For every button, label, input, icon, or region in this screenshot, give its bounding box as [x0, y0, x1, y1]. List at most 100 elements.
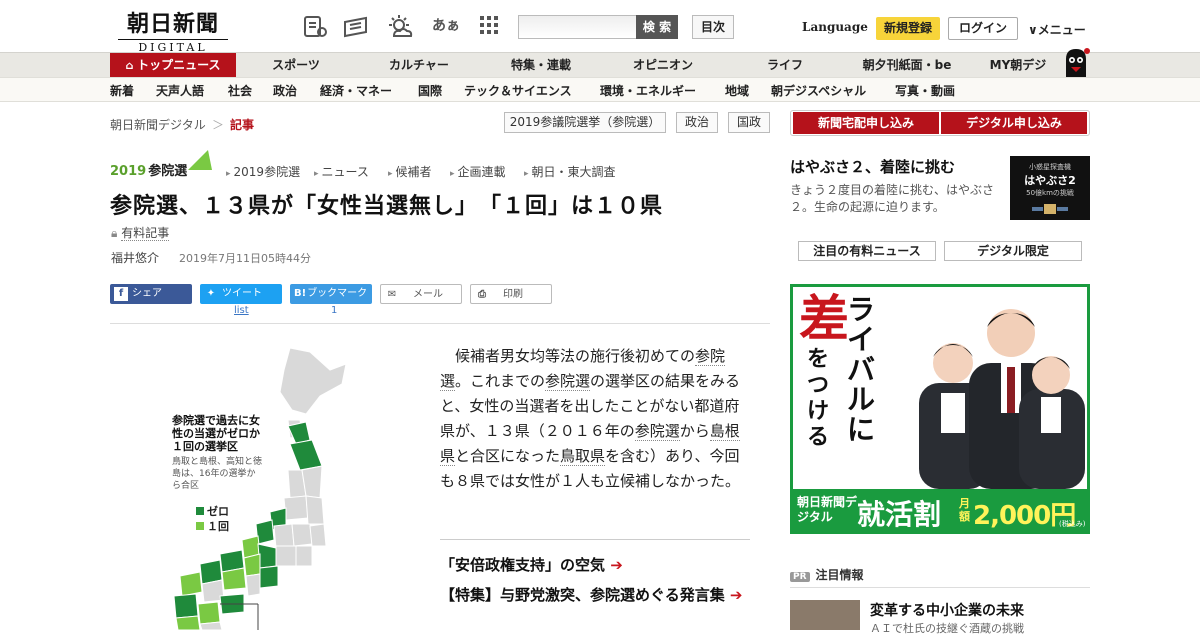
election-logo-mark: [188, 150, 212, 170]
hatena-bookmark-button[interactable]: B!ブックマーク: [290, 284, 372, 304]
map-legend-note: 鳥取と島根、高知と徳島は、16年の選挙から合区: [172, 457, 263, 491]
keyword-link[interactable]: 参院選: [545, 372, 591, 391]
hayabusa-img-sub: 50億kmの挑戦: [1026, 189, 1074, 197]
search-button[interactable]: 検 索: [636, 15, 678, 39]
subnav-2019[interactable]: 2019参院選: [226, 163, 301, 180]
site-header: 朝日新聞 DIGITAL あぁ 検 索 目次 Language 新規登録 ログイ…: [0, 0, 1200, 54]
twitter-icon: ✦: [206, 288, 216, 299]
legend-zero-label: ゼロ: [207, 505, 229, 518]
keyword-link[interactable]: 参院選: [634, 422, 680, 441]
nav2-region[interactable]: 地域: [725, 82, 749, 99]
japan-map-figure[interactable]: 参院選で過去に女性の当選がゼロか１回の選挙区 鳥取と島根、高知と徳島は、16年の…: [160, 340, 420, 631]
menu-button[interactable]: ∨メニュー: [1028, 21, 1086, 38]
pr-title[interactable]: 変革する中小企業の未来: [870, 600, 1024, 620]
ad-banner[interactable]: 差 をつける ライバルに 朝日新聞デジタル 就活割 月額 2,000円 (税込み…: [790, 284, 1090, 534]
nav2-photo[interactable]: 写真・動画: [895, 82, 955, 99]
hayabusa-img-small: 小惑星探査機: [1029, 163, 1071, 171]
nav2-tech[interactable]: テック＆サイエンス: [464, 82, 572, 99]
nav-paper[interactable]: 朝夕刊紙面・be: [852, 53, 962, 77]
election-logo-year: 2019: [110, 164, 147, 179]
facebook-share-button[interactable]: f シェア: [110, 284, 192, 304]
tab-paid-news[interactable]: 注目の有料ニュース: [798, 241, 936, 261]
search-input[interactable]: [518, 15, 638, 39]
tab-digital-only[interactable]: デジタル限定: [944, 241, 1082, 261]
hayabusa-img-title: はやぶさ2: [1024, 174, 1076, 187]
legend-swatch-zero: [196, 507, 204, 515]
nav-my-asadigi[interactable]: MY朝デジ: [978, 53, 1058, 77]
nav2-environment[interactable]: 環境・エネルギー: [600, 82, 696, 99]
nav-opinion[interactable]: オピニオン: [616, 53, 710, 77]
grid-icon[interactable]: [478, 14, 504, 40]
site-logo[interactable]: 朝日新聞 DIGITAL: [118, 6, 228, 54]
paid-label-text: 有料記事: [121, 226, 170, 241]
login-button[interactable]: ログイン: [948, 17, 1018, 40]
keyword-link[interactable]: 鳥取県: [560, 447, 606, 466]
nav2-economy[interactable]: 経済・マネー: [320, 82, 392, 99]
nav2-society[interactable]: 社会: [228, 82, 252, 99]
print-label: 印刷: [503, 289, 523, 300]
ad-brand: 朝日新聞デジタル: [797, 495, 858, 524]
subnav-candidates[interactable]: 候補者: [388, 163, 432, 180]
paid-article-label[interactable]: 🔒︎ 有料記事: [111, 224, 170, 241]
nav2-tenseijingo[interactable]: 天声人語: [156, 82, 204, 99]
subnav-series[interactable]: 企画連載: [450, 163, 506, 180]
print-button[interactable]: ⎙ 印刷: [470, 284, 552, 304]
tag-politics[interactable]: 政治: [676, 112, 718, 133]
hayabusa-image[interactable]: 小惑星探査機 はやぶさ2 50億kmの挑戦: [1010, 156, 1090, 220]
election-logo[interactable]: 2019 参院選: [110, 150, 214, 180]
tag-national[interactable]: 国政: [728, 112, 770, 133]
nav2-politics[interactable]: 政治: [273, 82, 297, 99]
body-text: から: [679, 422, 710, 440]
reader-icon[interactable]: [302, 14, 328, 40]
pr-thumbnail[interactable]: [790, 600, 860, 630]
print-icon: ⎙: [478, 289, 486, 300]
nav-features[interactable]: 特集・連載: [494, 53, 588, 77]
nav-life[interactable]: ライフ: [738, 53, 832, 77]
subnav-survey[interactable]: 朝日・東大調査: [524, 163, 616, 180]
article-title: 参院選、１３県が「女性当選無し」 「１回」は１０県: [110, 194, 664, 219]
mascot-icon[interactable]: [1060, 45, 1092, 79]
weather-icon[interactable]: [386, 14, 413, 40]
newspaper-icon[interactable]: [342, 14, 368, 40]
hayabusa-title[interactable]: はやぶさ２、着陸に挑む: [790, 156, 955, 177]
ad-tax: (税込み): [1059, 520, 1086, 528]
mail-share-button[interactable]: ✉ メール: [380, 284, 462, 304]
arrow-right-icon: ➔: [605, 556, 623, 574]
nav2-international[interactable]: 国際: [418, 82, 442, 99]
facebook-icon: f: [114, 287, 128, 301]
ad-slogan-2: をつける: [807, 347, 830, 450]
toc-button[interactable]: 目次: [692, 15, 734, 39]
related-link-text: 【特集】与野党激突、参院選めぐる発言集: [440, 586, 725, 604]
nav-sports[interactable]: スポーツ: [250, 53, 342, 77]
tag-election[interactable]: 2019参議院選挙（参院選）: [504, 112, 666, 133]
secondary-nav: 新着 天声人語 社会 政治 経済・マネー 国際 テック＆サイエンス 環境・エネル…: [0, 77, 1200, 102]
subscribe-paper-button[interactable]: 新聞宅配申し込み: [793, 112, 939, 134]
hatena-count[interactable]: 1: [331, 305, 337, 316]
pr-subtitle: ＡＩで杜氏の技継ぐ酒蔵の挑戦: [870, 622, 1024, 635]
related-divider: [440, 539, 750, 540]
body-text: と合区になった: [455, 447, 561, 465]
related-link[interactable]: 「安倍政権支持」の空気 ➔: [440, 554, 750, 577]
ad-slogan-3: ライバルに: [847, 293, 876, 446]
twitter-share-button[interactable]: ✦ ツイート: [200, 284, 282, 304]
hatena-bookmark-label: ブックマーク: [307, 288, 368, 299]
nav2-special[interactable]: 朝デジスペシャル: [771, 82, 866, 99]
font-size-icon[interactable]: あぁ: [432, 15, 462, 41]
mail-icon: ✉: [387, 289, 397, 300]
nav-culture[interactable]: カルチャー: [372, 53, 466, 77]
nav-top-news[interactable]: ⌂ トップニュース: [110, 53, 236, 77]
related-link[interactable]: 【特集】与野党激突、参院選めぐる発言集 ➔: [440, 584, 750, 607]
pr-divider: [790, 587, 1090, 588]
language-link[interactable]: Language: [802, 20, 868, 34]
twitter-share-label: ツイート: [222, 288, 262, 299]
pr-label-text: 注目情報: [815, 568, 864, 582]
nav2-new[interactable]: 新着: [110, 82, 134, 99]
subscribe-digital-button[interactable]: デジタル申し込み: [941, 112, 1087, 134]
register-button[interactable]: 新規登録: [876, 17, 940, 40]
subnav-news[interactable]: ニュース: [314, 163, 369, 180]
twitter-count[interactable]: list: [234, 305, 249, 316]
mail-share-label: メール: [413, 289, 443, 300]
spacecraft-icon: [1032, 204, 1068, 214]
breadcrumb-home[interactable]: 朝日新聞デジタル: [110, 116, 206, 133]
legend-one-label: １回: [207, 520, 229, 533]
